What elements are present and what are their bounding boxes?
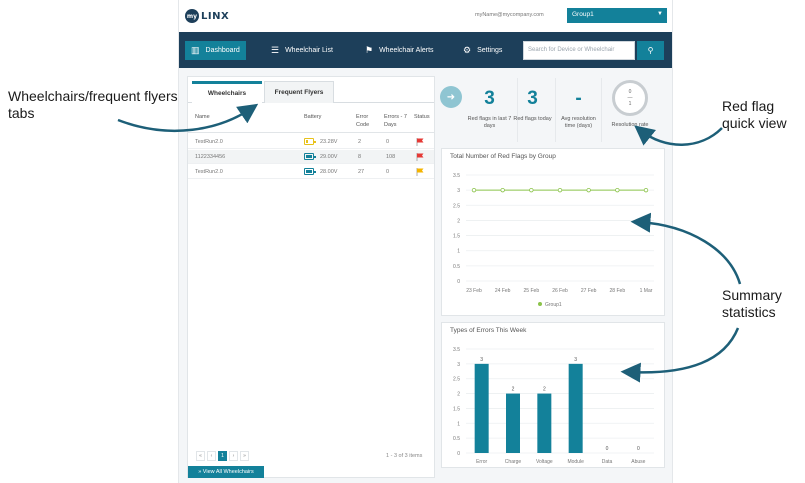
callout-arrows [117,103,742,383]
callout-arrow-line-chart [630,212,742,285]
callout-arrow-bar-chart [620,327,740,383]
callout-arrow-tabs [117,103,259,133]
callout-arrow-red-flag [634,125,723,146]
